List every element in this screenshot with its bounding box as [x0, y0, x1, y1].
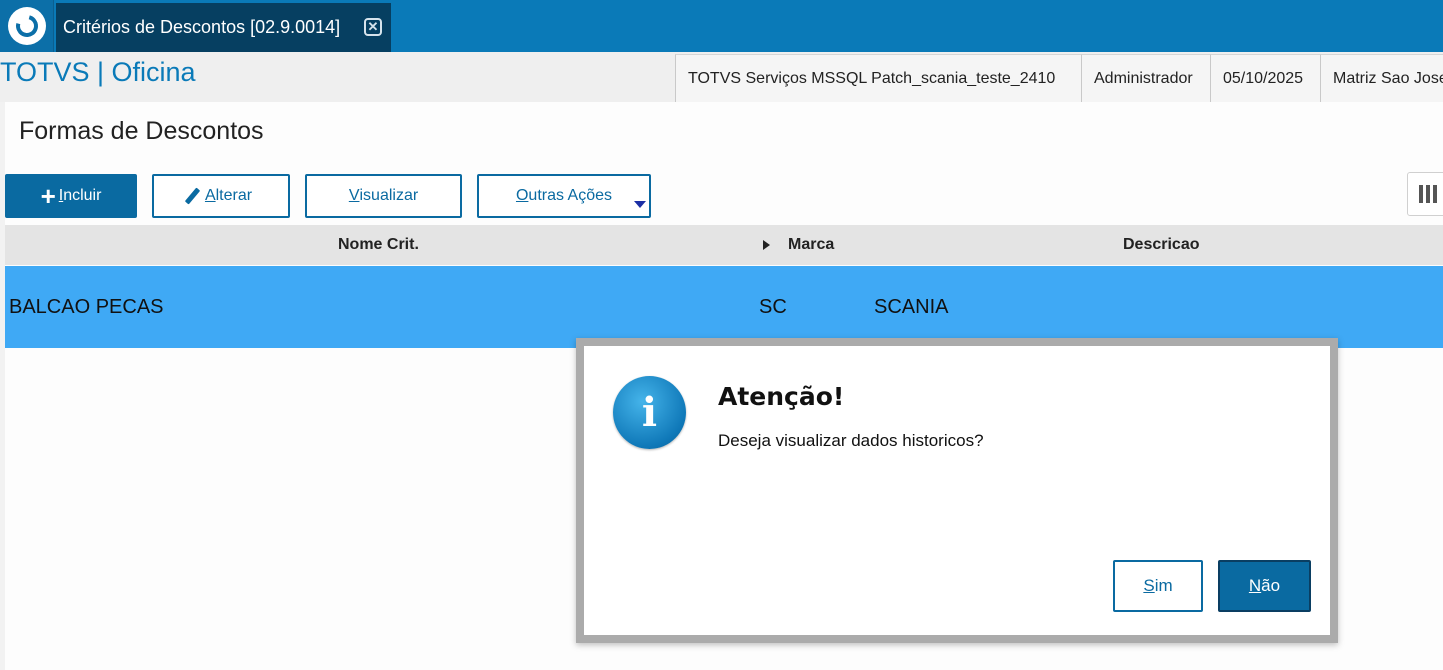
cell-descricao: SCANIA [874, 296, 949, 318]
dialog-frame: i Atenção! Deseja visualizar dados histo… [576, 338, 1338, 643]
pencil-icon [184, 187, 201, 205]
visualizar-button[interactable]: Visualizar [305, 174, 462, 218]
confirmation-dialog: i Atenção! Deseja visualizar dados histo… [584, 346, 1330, 635]
tab-title: Critérios de Descontos [02.9.0014] [63, 17, 341, 37]
dialog-message: Deseja visualizar dados historicos? [718, 431, 984, 450]
grid-header: Nome Crit. Marca Descricao [5, 225, 1443, 265]
table-row[interactable]: BALCAO PECAS SC SCANIA [5, 266, 1443, 348]
nao-button[interactable]: Não [1218, 560, 1311, 612]
brand-title: TOTVS | Oficina [0, 57, 196, 87]
alterar-button[interactable]: Alterar [152, 174, 290, 218]
column-header-nome[interactable]: Nome Crit. [338, 236, 419, 254]
environment-info: TOTVS Serviços MSSQL Patch_scania_teste_… [675, 54, 1081, 102]
close-icon[interactable]: ✕ [364, 18, 382, 36]
plus-icon: + [40, 181, 56, 211]
column-header-descricao[interactable]: Descricao [1123, 236, 1200, 254]
top-tab-bar: Critérios de Descontos [02.9.0014] ✕ [0, 0, 1443, 52]
tab-criterios-descontos[interactable]: Critérios de Descontos [02.9.0014] ✕ [56, 3, 391, 52]
cell-nome: BALCAO PECAS [9, 296, 164, 318]
incluir-button[interactable]: + Incluir [5, 174, 137, 218]
page-title: Formas de Descontos [19, 117, 264, 145]
info-icon: i [613, 376, 686, 449]
cell-marca: SC [759, 296, 787, 318]
outras-acoes-button[interactable]: Outras Ações [477, 174, 651, 218]
branch-info: Matriz Sao Jose [1320, 54, 1443, 102]
sort-arrow-icon [763, 240, 770, 250]
dialog-title: Atenção! [718, 382, 845, 411]
app-header: TOTVS | Oficina TOTVS Serviços MSSQL Pat… [0, 52, 1443, 102]
sim-button[interactable]: Sim [1113, 560, 1203, 612]
caret-down-icon [634, 201, 646, 208]
totvs-logo-icon[interactable] [0, 0, 54, 52]
columns-icon[interactable] [1407, 172, 1443, 216]
user-info: Administrador [1081, 54, 1210, 102]
date-info: 05/10/2025 [1210, 54, 1320, 102]
column-header-marca[interactable]: Marca [788, 236, 834, 254]
